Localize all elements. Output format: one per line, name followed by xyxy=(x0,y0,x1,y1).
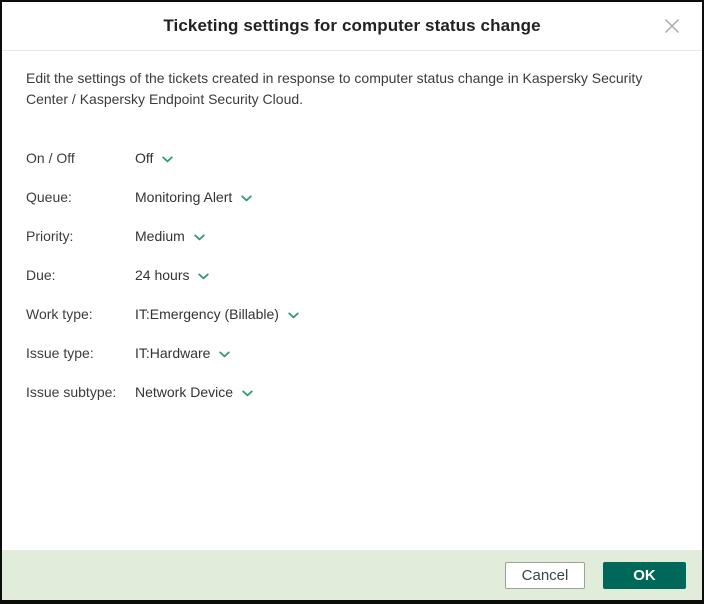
work-type-dropdown-value: IT:Emergency (Billable) xyxy=(135,306,279,322)
on-off-dropdown-value: Off xyxy=(135,150,154,166)
queue-dropdown-value: Monitoring Alert xyxy=(135,189,233,205)
field-row-due: Due: 24 hours xyxy=(26,264,678,286)
dialog-title: Ticketing settings for computer status c… xyxy=(163,16,541,35)
field-label-work-type: Work type: xyxy=(26,306,93,322)
queue-dropdown[interactable]: Monitoring Alert xyxy=(135,189,252,205)
field-row-queue: Queue: Monitoring Alert xyxy=(26,186,678,208)
work-type-dropdown[interactable]: IT:Emergency (Billable) xyxy=(135,306,299,322)
cancel-button[interactable]: Cancel xyxy=(505,561,585,589)
dialog-body: Edit the settings of the tickets created… xyxy=(2,51,702,550)
description-line-2: Center / Kaspersky Endpoint Security Clo… xyxy=(26,91,304,107)
field-row-priority: Priority: Medium xyxy=(26,225,678,247)
chevron-down-icon xyxy=(242,389,253,396)
chevron-down-icon xyxy=(219,350,231,357)
field-label-on-off: On / Off xyxy=(26,150,75,166)
close-icon xyxy=(665,19,679,33)
description-line-1: Edit the settings of the tickets created… xyxy=(26,70,643,86)
issue-type-dropdown-value: IT:Hardware xyxy=(135,345,211,361)
settings-form: On / Off Off Queue: Monitoring Alert Pri… xyxy=(26,147,678,403)
issue-type-dropdown[interactable]: IT:Hardware xyxy=(135,345,231,361)
dialog-header: Ticketing settings for computer status c… xyxy=(2,2,702,51)
field-row-on-off: On / Off Off xyxy=(26,147,678,169)
field-label-issue-type: Issue type: xyxy=(26,345,94,361)
close-button[interactable] xyxy=(658,12,686,40)
chevron-down-icon xyxy=(162,155,174,162)
chevron-down-icon xyxy=(194,233,205,240)
field-label-due: Due: xyxy=(26,267,56,283)
issue-subtype-dropdown[interactable]: Network Device xyxy=(135,384,253,400)
field-row-issue-subtype: Issue subtype: Network Device xyxy=(26,381,678,403)
field-row-work-type: Work type: IT:Emergency (Billable) xyxy=(26,303,678,325)
on-off-dropdown[interactable]: Off xyxy=(135,150,174,166)
due-dropdown-value: 24 hours xyxy=(135,267,190,283)
chevron-down-icon xyxy=(288,311,299,318)
field-label-queue: Queue: xyxy=(26,189,72,205)
priority-dropdown[interactable]: Medium xyxy=(135,228,205,244)
ok-button[interactable]: OK xyxy=(603,561,686,589)
dialog-description: Edit the settings of the tickets created… xyxy=(26,68,678,110)
field-label-issue-subtype: Issue subtype: xyxy=(26,384,117,400)
field-label-priority: Priority: xyxy=(26,228,74,244)
priority-dropdown-value: Medium xyxy=(135,228,185,244)
ticketing-settings-dialog: Ticketing settings for computer status c… xyxy=(0,0,704,604)
field-row-issue-type: Issue type: IT:Hardware xyxy=(26,342,678,364)
due-dropdown[interactable]: 24 hours xyxy=(135,267,210,283)
issue-subtype-dropdown-value: Network Device xyxy=(135,384,234,400)
chevron-down-icon xyxy=(198,272,210,279)
dialog-footer: Cancel OK xyxy=(2,550,702,600)
chevron-down-icon xyxy=(241,194,252,201)
